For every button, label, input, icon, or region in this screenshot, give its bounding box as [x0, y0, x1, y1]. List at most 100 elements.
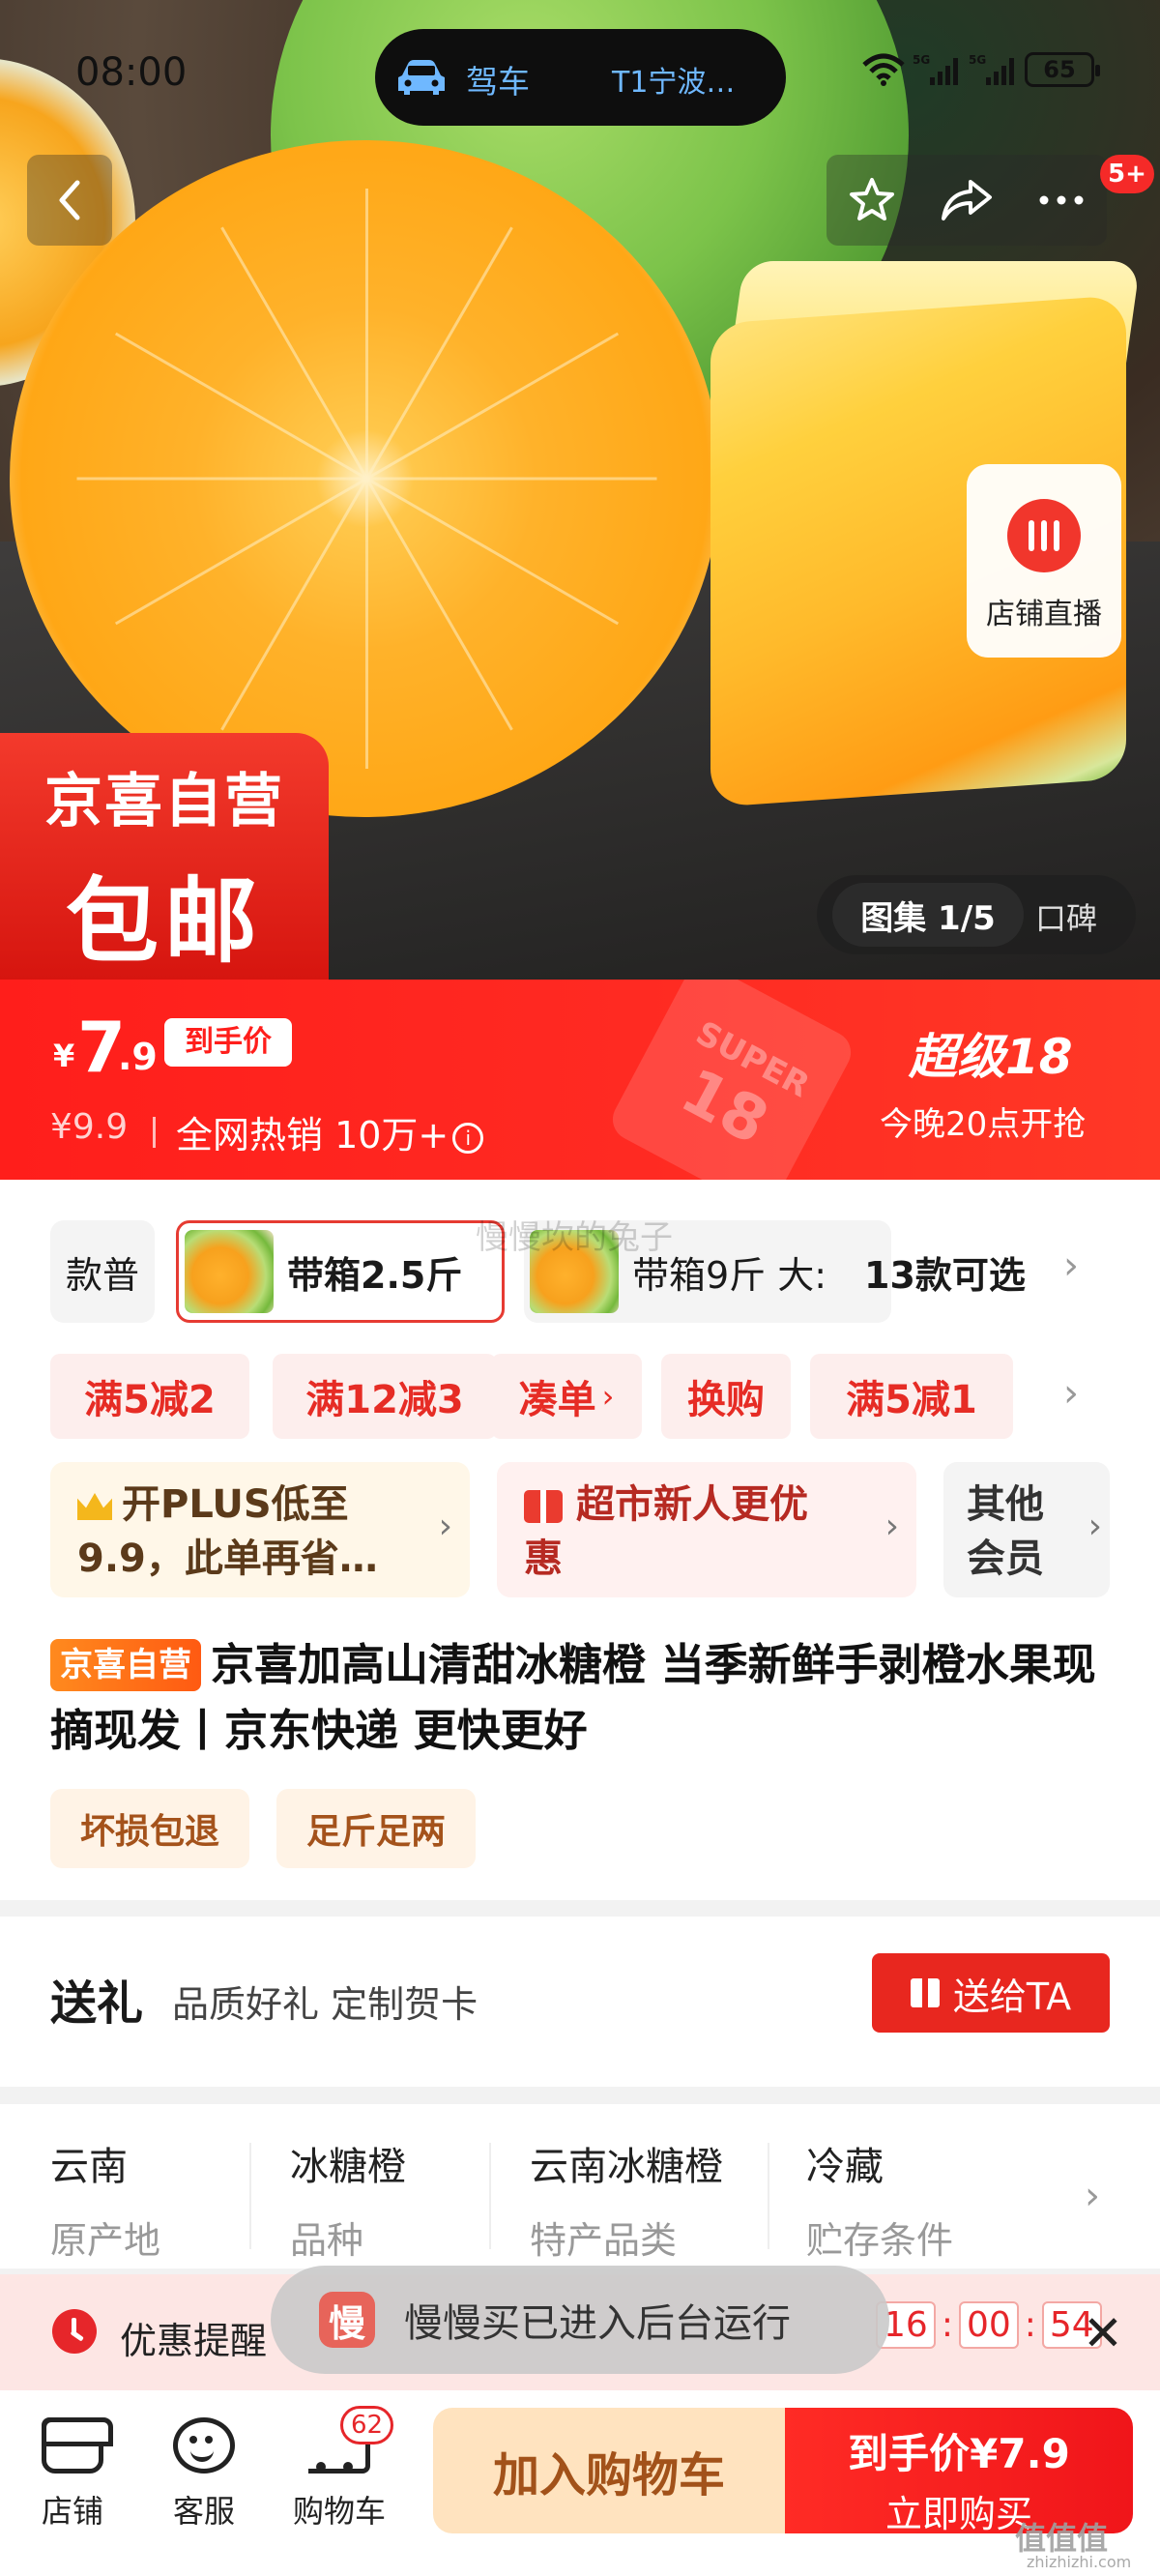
svg-text:5G: 5G	[969, 53, 986, 67]
coupon-icon	[524, 1490, 563, 1523]
message-badge: 5+	[1100, 155, 1154, 193]
gallery-tab[interactable]: 图集 1/5	[832, 883, 1024, 947]
attribute-category: 云南冰糖橙 特产品类	[530, 2145, 723, 2262]
badge-store-name: 京喜自营	[44, 768, 284, 835]
customer-service-label: 客服	[172, 2493, 235, 2530]
gift-subtitle: 品质好礼 定制贺卡	[172, 1983, 478, 2026]
chevron-right-icon: ›	[1088, 1507, 1102, 1546]
variant-label: 带箱2.5斤	[287, 1253, 463, 1297]
wifi-icon	[862, 53, 905, 86]
shop-icon	[42, 2417, 113, 2474]
chevron-right-icon[interactable]: ›	[1063, 1371, 1079, 1416]
orange-segment-line	[366, 477, 656, 481]
customer-service-button[interactable]: 客服	[151, 2417, 257, 2532]
promotion-row: 满5减2 满12减3 凑单 › 换购 满5减1 ›	[50, 1354, 1152, 1439]
price-banner: ¥ 7 .9 到手价 ¥9.9 全网热销 10万+ i SUPER 18 超级18…	[0, 980, 1160, 1180]
countdown-minutes: 00	[958, 2301, 1019, 2349]
close-icon[interactable]: ✕	[1083, 2305, 1123, 2361]
currency-symbol: ¥	[53, 1038, 75, 1074]
promo-chip[interactable]: 满12减3	[273, 1354, 497, 1439]
top-action-group	[826, 155, 1107, 246]
super18-tag-graphic: SUPER 18	[605, 980, 858, 1180]
variant-option[interactable]: 款普	[50, 1220, 155, 1323]
shop-button[interactable]: 店铺	[19, 2417, 126, 2532]
share-icon[interactable]	[940, 178, 994, 222]
divider	[249, 2143, 251, 2249]
promo-chip[interactable]: 满5减2	[50, 1354, 249, 1439]
cart-label: 购物车	[292, 2493, 386, 2530]
signal-icon-2: 5G	[969, 53, 1014, 85]
sales-text: 全网热销 10万+	[176, 1114, 450, 1156]
svg-text:5G: 5G	[913, 53, 930, 67]
divider	[768, 2143, 769, 2249]
original-price: ¥9.9	[50, 1107, 129, 1147]
product-info-card: 款普 带箱2.5斤 带箱9斤 大: 慢慢坎的兔子 13款可选 › 满5减2 满1…	[0, 1180, 1160, 1900]
toast-text: 慢慢买已进入后台运行	[404, 2301, 791, 2346]
app-icon: 慢	[319, 2292, 375, 2348]
status-bar: 08:00 驾车 T1宁波… 5G 5G 65	[0, 29, 1160, 126]
site-watermark-url: zhizhizhi.com	[1027, 2553, 1132, 2571]
orange-segment-line	[219, 478, 368, 731]
store-live-button[interactable]: 店铺直播	[967, 464, 1121, 658]
chevron-right-icon[interactable]: ›	[1063, 1244, 1079, 1288]
service-tag[interactable]: 足斤足两	[276, 1789, 476, 1868]
live-icon	[1007, 499, 1081, 572]
store-live-label: 店铺直播	[986, 598, 1102, 631]
cart-count-badge: 62	[340, 2406, 394, 2444]
new-customer-offer[interactable]: 超市新人更优惠 ›	[497, 1462, 916, 1597]
back-button[interactable]	[27, 155, 112, 246]
reminder-label: 优惠提醒	[120, 2320, 268, 2362]
reviews-tab[interactable]: 口碑	[1035, 894, 1097, 939]
send-gift-label: 送给TA	[952, 1975, 1072, 2018]
orange-segment-line	[219, 226, 368, 480]
countdown-timer: 16: 00: 54	[876, 2301, 1102, 2349]
sales-info[interactable]: 全网热销 10万+ i	[176, 1105, 484, 1158]
product-title: 京喜自营 京喜加高山清甜冰糖橙 当季新鲜手剥橙水果现摘现发丨京东快递 更快更好	[50, 1632, 1123, 1764]
orange-segment-line	[364, 189, 368, 479]
signal-icon: 5G	[913, 53, 958, 85]
orange-segment-line	[114, 477, 367, 626]
gift-icon	[910, 1978, 940, 2007]
add-to-cart-button[interactable]: 加入购物车	[433, 2408, 785, 2533]
chevron-right-icon[interactable]: ›	[1085, 2174, 1100, 2218]
attribute-origin: 云南 原产地	[50, 2145, 161, 2262]
chevron-left-icon	[59, 180, 80, 220]
orange-segment-line	[365, 477, 619, 626]
send-gift-button[interactable]: 送给TA	[872, 1953, 1110, 2033]
promo-chip-addon[interactable]: 凑单 ›	[491, 1354, 642, 1439]
more-icon[interactable]	[1037, 193, 1086, 207]
customer-service-icon	[173, 2417, 235, 2474]
other-member-offer[interactable]: 其他 会员 ›	[943, 1462, 1110, 1597]
bottom-action-bar: 店铺 客服 购物车 62 加入购物车 到手价¥7.9 立即购买	[0, 2390, 1160, 2576]
promo-chip[interactable]: 换购	[661, 1354, 791, 1439]
gift-title: 送礼	[50, 1976, 144, 2031]
shop-label: 店铺	[41, 2493, 103, 2530]
gallery-switch[interactable]: 图集 1/5 口碑	[817, 875, 1136, 954]
store-tag: 京喜自营	[50, 1639, 201, 1691]
service-tag[interactable]: 坏损包退	[50, 1789, 249, 1868]
variant-option-selected[interactable]: 带箱2.5斤	[176, 1220, 505, 1323]
plus-member-offer[interactable]: 开PLUS低至 9.9，此单再省… ›	[50, 1462, 470, 1597]
orange-half-image	[10, 140, 720, 817]
crown-icon	[77, 1493, 112, 1520]
background-run-toast: 慢 慢慢买已进入后台运行	[271, 2266, 889, 2374]
promo-chip[interactable]: 满5减1	[810, 1354, 1013, 1439]
variant-selector: 款普 带箱2.5斤 带箱9斤 大: 慢慢坎的兔子 13款可选 ›	[50, 1218, 1152, 1323]
attribute-variety: 冰糖橙 品种	[290, 2145, 406, 2262]
free-shipping-badge: 京喜自营 包邮	[0, 733, 329, 980]
navigation-pill[interactable]: 驾车 T1宁波…	[375, 29, 786, 126]
final-price-tag: 到手价	[164, 1018, 292, 1067]
orange-segment-line	[364, 479, 368, 769]
user-watermark: 慢慢坎的兔子	[476, 1218, 673, 1257]
orange-segment-line	[365, 332, 619, 481]
system-icons: 5G 5G 65	[862, 52, 1100, 87]
chevron-right-icon: ›	[884, 1507, 899, 1546]
star-icon[interactable]	[848, 176, 896, 224]
product-attributes[interactable]: 云南 原产地 冰糖橙 品种 云南冰糖橙 特产品类 冷藏 贮存条件 ›	[0, 2104, 1160, 2269]
gift-section: 送礼 品质好礼 定制贺卡 送给TA	[0, 1917, 1160, 2087]
product-image-carousel[interactable]: 08:00 驾车 T1宁波… 5G 5G 65 5+ 店铺直播 京喜自营 包邮 …	[0, 0, 1160, 980]
variant-count[interactable]: 13款可选	[864, 1245, 1026, 1299]
info-icon[interactable]: i	[452, 1122, 484, 1154]
badge-free-shipping: 包邮	[66, 867, 263, 976]
orange-segment-line	[114, 332, 367, 481]
